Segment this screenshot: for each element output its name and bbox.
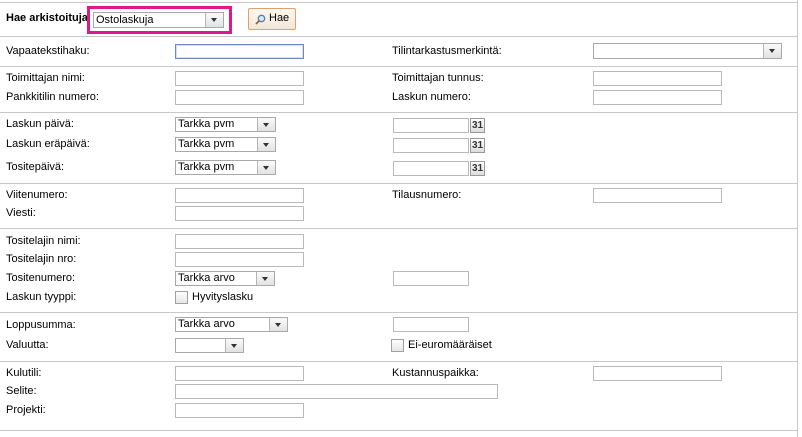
chevron-down-icon[interactable]: [257, 118, 275, 131]
ei-euromaaraiset-checkbox[interactable]: [391, 339, 404, 352]
tositelajin-nimi-label: Tositelajin nimi:: [6, 235, 81, 247]
laskun-erapaiva-mode-value: Tarkka pvm: [178, 138, 235, 150]
tositepaiva-label: Tositepäivä:: [6, 161, 65, 173]
chevron-down-icon[interactable]: [225, 339, 243, 352]
hyvityslasku-checkbox[interactable]: [175, 291, 188, 304]
laskun-paiva-input[interactable]: [393, 118, 469, 133]
kustannuspaikka-input[interactable]: [593, 366, 722, 381]
divider: [0, 228, 797, 229]
chevron-down-icon[interactable]: [257, 138, 275, 151]
tositelajin-nimi-input[interactable]: [175, 234, 304, 249]
laskun-tyyppi-label: Laskun tyyppi:: [6, 291, 77, 303]
tositepaiva-mode-select[interactable]: Tarkka pvm: [175, 160, 276, 175]
tositelajin-nro-label: Tositelajin nro:: [6, 253, 77, 265]
kulutili-input[interactable]: [175, 366, 304, 381]
archive-type-select[interactable]: Ostolaskuja: [93, 12, 224, 28]
top-border: [0, 2, 797, 3]
laskun-paiva-label: Laskun päivä:: [6, 118, 74, 130]
viitenumero-label: Viitenumero:: [6, 189, 68, 201]
tositenumero-input[interactable]: [393, 271, 469, 286]
viesti-label: Viesti:: [6, 207, 36, 219]
tositenumero-mode-select[interactable]: Tarkka arvo: [175, 271, 275, 286]
ei-euromaaraiset-label: Ei-euromääräiset: [408, 339, 492, 351]
valuutta-select[interactable]: [175, 338, 244, 353]
tositelajin-nro-input[interactable]: [175, 252, 304, 267]
toimittajan-tunnus-input[interactable]: [593, 71, 722, 86]
tositenumero-label: Tositenumero:: [6, 272, 76, 284]
laskun-paiva-mode-select[interactable]: Tarkka pvm: [175, 117, 276, 132]
search-button[interactable]: Hae: [248, 8, 296, 30]
selite-label: Selite:: [6, 385, 37, 397]
loppusumma-mode-select[interactable]: Tarkka arvo: [175, 317, 288, 332]
pankkitilin-numero-label: Pankkitilin numero:: [6, 91, 99, 103]
search-button-label: Hae: [269, 12, 290, 24]
tositenumero-mode-value: Tarkka arvo: [178, 272, 235, 284]
chevron-down-icon[interactable]: [256, 272, 274, 285]
chevron-down-icon[interactable]: [257, 161, 275, 174]
right-border: [797, 0, 798, 437]
archive-search-label: Hae arkistoituja: [6, 12, 88, 24]
tilausnumero-input[interactable]: [593, 188, 722, 203]
calendar-icon[interactable]: 31: [470, 161, 485, 176]
archive-select-highlight: Ostolaskuja: [87, 6, 232, 34]
calendar-icon[interactable]: 31: [470, 138, 485, 153]
divider: [0, 183, 797, 184]
toimittajan-nimi-label: Toimittajan nimi:: [6, 72, 85, 84]
kulutili-label: Kulutili:: [6, 367, 42, 379]
laskun-erapaiva-mode-select[interactable]: Tarkka pvm: [175, 137, 276, 152]
laskun-erapaiva-input[interactable]: [393, 138, 469, 153]
divider: [0, 66, 797, 67]
divider: [0, 312, 797, 313]
tositepaiva-mode-value: Tarkka pvm: [178, 161, 235, 173]
magnifier-icon: [255, 14, 266, 25]
vapaatekstihaku-label: Vapaatekstihaku:: [6, 45, 90, 57]
tilausnumero-label: Tilausnumero:: [392, 189, 462, 201]
loppusumma-label: Loppusumma:: [6, 319, 76, 331]
laskun-paiva-mode-value: Tarkka pvm: [178, 118, 235, 130]
tositepaiva-input[interactable]: [393, 161, 469, 176]
laskun-erapaiva-label: Laskun eräpäivä:: [6, 138, 90, 150]
chevron-down-icon[interactable]: [763, 44, 781, 58]
projekti-input[interactable]: [175, 403, 304, 418]
chevron-down-icon[interactable]: [205, 13, 223, 27]
tilintarkastusmerkinta-label: Tilintarkastusmerkintä:: [392, 45, 502, 57]
kustannuspaikka-label: Kustannuspaikka:: [392, 367, 479, 379]
toimittajan-tunnus-label: Toimittajan tunnus:: [392, 72, 484, 84]
laskun-numero-label: Laskun numero:: [392, 91, 471, 103]
viesti-input[interactable]: [175, 206, 304, 221]
loppusumma-input[interactable]: [393, 317, 469, 332]
archive-type-value: Ostolaskuja: [96, 14, 154, 26]
pankkitilin-numero-input[interactable]: [175, 90, 304, 105]
vapaatekstihaku-input[interactable]: [175, 44, 304, 59]
projekti-label: Projekti:: [6, 404, 46, 416]
calendar-icon[interactable]: 31: [470, 118, 485, 133]
toimittajan-nimi-input[interactable]: [175, 71, 304, 86]
divider: [0, 36, 797, 37]
chevron-down-icon[interactable]: [269, 318, 287, 331]
hyvityslasku-label: Hyvityslasku: [192, 291, 254, 303]
laskun-numero-input[interactable]: [593, 90, 722, 105]
divider: [0, 430, 797, 431]
selite-input[interactable]: [175, 384, 498, 399]
divider: [0, 361, 797, 362]
tilintarkastusmerkinta-select[interactable]: [593, 43, 782, 59]
loppusumma-mode-value: Tarkka arvo: [178, 318, 235, 330]
valuutta-label: Valuutta:: [6, 339, 49, 351]
divider: [0, 112, 797, 113]
viitenumero-input[interactable]: [175, 188, 304, 203]
